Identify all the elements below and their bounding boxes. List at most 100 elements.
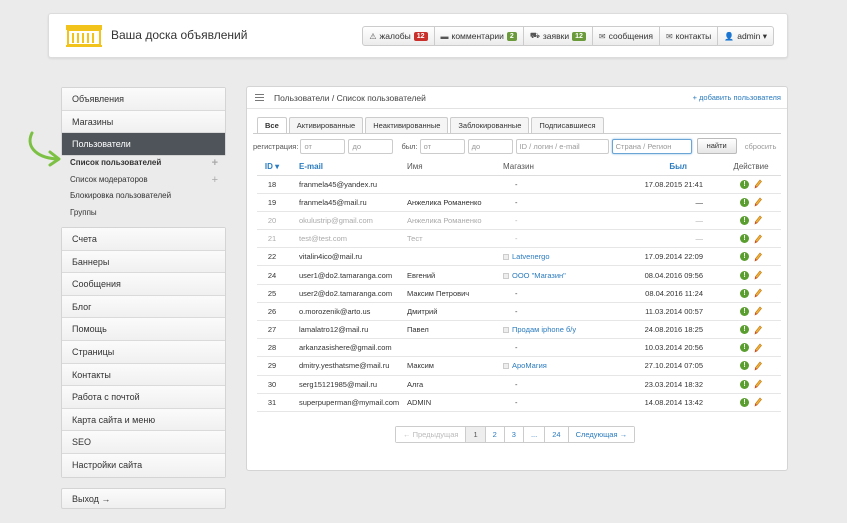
cell-email[interactable]: test@test.com xyxy=(287,229,407,249)
sidebar-item[interactable]: Карта сайта и меню xyxy=(62,408,225,432)
edit-icon[interactable] xyxy=(754,252,762,262)
cell-email[interactable]: franmela45@yandex.ru xyxy=(287,175,407,194)
table-row[interactable]: 30 serg15121985@mail.ru Алга - 23.03.2014 18… xyxy=(257,375,781,394)
sidebar-item[interactable]: Настройки сайта xyxy=(62,453,225,477)
cell-email[interactable]: lamalatro12@mail.ru xyxy=(287,320,407,340)
status-ok-icon[interactable]: ! xyxy=(740,215,749,225)
status-ok-icon[interactable]: ! xyxy=(740,343,749,353)
reg-from-input[interactable]: от xyxy=(300,138,346,154)
sidebar-item[interactable]: Контакты xyxy=(62,363,225,387)
topnav-warning-link[interactable]: ⚠ жалобы 12 xyxy=(363,27,435,45)
tab[interactable]: Неактивированные xyxy=(365,117,449,133)
edit-icon[interactable] xyxy=(754,397,762,407)
status-ok-icon[interactable]: ! xyxy=(740,361,749,371)
sidebar-item[interactable]: Блог xyxy=(62,295,225,319)
cell-shop[interactable]: ООО "Магазин" xyxy=(503,265,615,285)
sidebar-item[interactable]: Счета xyxy=(62,228,225,251)
cell-email[interactable]: serg15121985@mail.ru xyxy=(287,375,407,394)
col-email[interactable]: E-mail xyxy=(287,159,407,176)
list-menu-icon[interactable] xyxy=(255,92,264,103)
sidebar-item[interactable]: Пользователи xyxy=(62,133,225,156)
page-button[interactable]: 3 xyxy=(504,427,524,442)
cell-email[interactable]: arkanzasishere@gmail.com xyxy=(287,338,407,358)
add-user-link[interactable]: + добавить пользователя xyxy=(693,93,781,102)
sidebar-item[interactable]: Магазины xyxy=(62,110,225,134)
edit-icon[interactable] xyxy=(754,234,762,244)
edit-icon[interactable] xyxy=(754,197,762,207)
sidebar-item[interactable]: Работа с почтой xyxy=(62,386,225,409)
status-ok-icon[interactable]: ! xyxy=(740,379,749,389)
region-input[interactable]: Страна / Регион xyxy=(611,138,692,154)
cell-email[interactable]: dmitry.yesthatsme@mail.ru xyxy=(287,356,407,376)
cell-shop[interactable]: Latvenergo xyxy=(503,247,615,267)
cell-email[interactable]: vitalin4ico@mail.ru xyxy=(287,247,407,267)
tab[interactable]: Подписавшиеся xyxy=(531,117,604,133)
col-was[interactable]: Был xyxy=(615,159,721,176)
cell-email[interactable]: o.morozenik@arto.us xyxy=(287,302,407,322)
table-row[interactable]: 18 franmela45@yandex.ru - 17.08.2015 21:41! xyxy=(257,175,781,194)
topnav-cart-link[interactable]: ⛟ заявки 12 xyxy=(524,27,593,45)
next-page-button[interactable]: Следующая → xyxy=(568,427,635,442)
was-from-input[interactable]: от xyxy=(419,138,465,154)
table-row[interactable]: 24 user1@do2.tamaranga.com Евгений ООО "Маг… xyxy=(257,265,781,285)
cell-shop[interactable]: АроМагия xyxy=(503,356,615,376)
shop-link[interactable]: ООО "Магазин" xyxy=(512,271,566,280)
submenu-item[interactable]: Блокировка пользователей xyxy=(61,188,226,205)
table-row[interactable]: 27 lamalatro12@mail.ru Павел Продам iphone … xyxy=(257,320,781,340)
table-row[interactable]: 22 vitalin4ico@mail.ru Latvenergo 17.09.201… xyxy=(257,247,781,267)
table-row[interactable]: 20 okulustrip@gmail.com Анжелика Романенко… xyxy=(257,211,781,231)
edit-icon[interactable] xyxy=(754,361,762,371)
plus-icon[interactable]: + xyxy=(212,155,218,171)
status-ok-icon[interactable]: ! xyxy=(740,288,749,298)
status-ok-icon[interactable]: ! xyxy=(740,179,749,189)
was-to-input[interactable]: до xyxy=(467,138,513,154)
status-ok-icon[interactable]: ! xyxy=(740,252,749,262)
table-row[interactable]: 21 test@test.com Тест - —! xyxy=(257,229,781,249)
edit-icon[interactable] xyxy=(754,179,762,189)
reg-to-input[interactable]: до xyxy=(348,138,394,154)
page-button[interactable]: ... xyxy=(523,427,546,442)
sidebar-item[interactable]: Баннеры xyxy=(62,250,225,274)
status-ok-icon[interactable]: ! xyxy=(740,397,749,407)
logout-button[interactable]: Выход → xyxy=(61,488,226,509)
submenu-item[interactable]: Список модераторов + xyxy=(61,172,226,189)
shop-link[interactable]: АроМагия xyxy=(512,361,547,370)
topnav-contacts-link[interactable]: ✉ контакты xyxy=(660,27,719,45)
logo-icon[interactable] xyxy=(65,22,103,48)
prev-page-button[interactable]: ← Предыдущая xyxy=(396,427,467,442)
edit-icon[interactable] xyxy=(754,215,762,226)
topnav-comment-link[interactable]: ▬ комментарии 2 xyxy=(435,27,524,45)
status-ok-icon[interactable]: ! xyxy=(740,234,749,244)
brand-title[interactable]: Ваша доска объявлений xyxy=(111,28,247,42)
sidebar-item[interactable]: Помощь xyxy=(62,318,225,341)
tab[interactable]: Все xyxy=(257,117,287,133)
col-id[interactable]: ID ▾ xyxy=(257,159,287,176)
cell-email[interactable]: franmela45@mail.ru xyxy=(287,193,407,212)
table-row[interactable]: 25 user2@do2.tamaranga.com Максим Петрович… xyxy=(257,284,781,303)
edit-icon[interactable] xyxy=(754,288,762,298)
cell-email[interactable]: superpuperman@mymail.com xyxy=(287,393,407,412)
cell-shop[interactable]: Продам iphone б/у xyxy=(503,320,615,340)
submenu-item[interactable]: Список пользователей + xyxy=(61,155,226,172)
table-row[interactable]: 31 superpuperman@mymail.com ADMIN - 14.08.20… xyxy=(257,393,781,412)
cell-email[interactable]: user2@do2.tamaranga.com xyxy=(287,284,407,303)
edit-icon[interactable] xyxy=(754,325,762,335)
plus-icon[interactable]: + xyxy=(212,172,218,188)
page-button[interactable]: 1 xyxy=(466,427,486,442)
shop-link[interactable]: Latvenergo xyxy=(512,252,550,261)
status-ok-icon[interactable]: ! xyxy=(740,197,749,207)
tab[interactable]: Активированные xyxy=(288,117,364,133)
cell-email[interactable]: okulustrip@gmail.com xyxy=(287,211,407,231)
sidebar-item[interactable]: Сообщения xyxy=(62,273,225,296)
submenu-item[interactable]: Группы xyxy=(61,205,226,222)
edit-icon[interactable] xyxy=(754,379,762,389)
status-ok-icon[interactable]: ! xyxy=(740,306,749,316)
table-row[interactable]: 26 o.morozenik@arto.us Дмитрий - 11.03.2014 … xyxy=(257,302,781,322)
page-button[interactable]: 24 xyxy=(545,427,569,442)
table-row[interactable]: 29 dmitry.yesthatsme@mail.ru Максим АроМаги… xyxy=(257,356,781,376)
edit-icon[interactable] xyxy=(754,306,762,316)
cell-email[interactable]: user1@do2.tamaranga.com xyxy=(287,265,407,285)
status-ok-icon[interactable]: ! xyxy=(740,325,749,335)
page-button[interactable]: 2 xyxy=(485,427,505,442)
table-row[interactable]: 19 franmela45@mail.ru Анжелика Романенко - —… xyxy=(257,193,781,212)
